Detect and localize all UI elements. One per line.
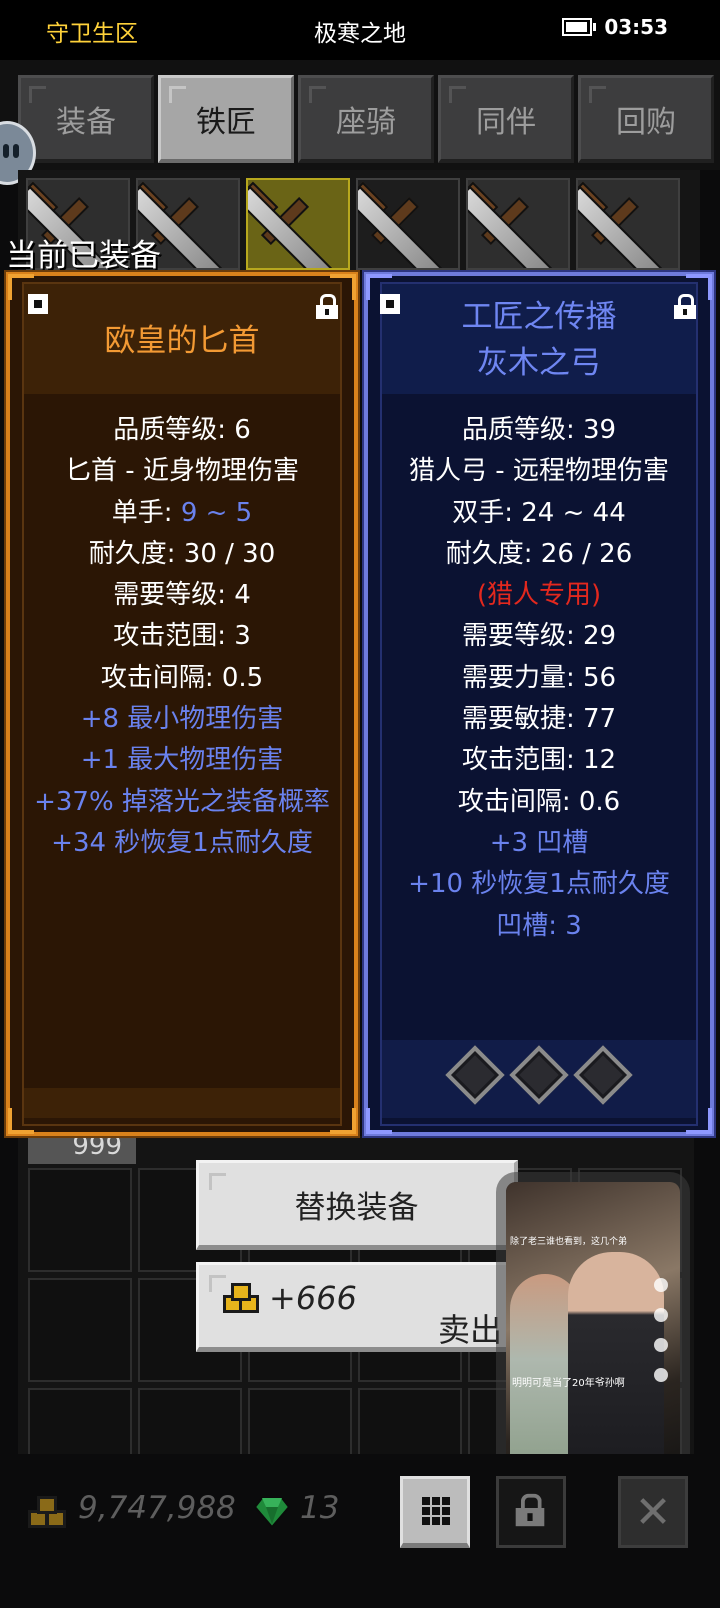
tab-1[interactable]: 铁匠 bbox=[158, 75, 294, 163]
inventory-cell[interactable] bbox=[28, 1278, 132, 1382]
item-name-line: 灰木之弓 bbox=[477, 345, 601, 381]
stat-line: +10 秒恢复1点耐久度 bbox=[408, 869, 670, 900]
clock: 03:53 bbox=[604, 15, 668, 39]
sell-price: +666 bbox=[269, 1279, 357, 1317]
item-stats: 品质等级: 6 匕首 - 近身物理伤害单手: 9 ~ 5 耐久度: 30 / 30 需… bbox=[10, 410, 354, 864]
item-stats: 品质等级: 39 猎人弓 - 远程物理伤害 双手: 24 ~ 44 耐久度: 26 /… bbox=[368, 410, 710, 947]
stat-line: 凹槽: 3 bbox=[496, 910, 582, 941]
sell-button[interactable]: +666 卖出 bbox=[196, 1262, 518, 1352]
stat-line: +34 秒恢复1点耐久度 bbox=[51, 827, 313, 858]
stat-line: 耐久度: 30 / 30 bbox=[88, 538, 276, 569]
stat-line: 攻击范围: 3 bbox=[113, 621, 251, 652]
tab-2[interactable]: 座骑 bbox=[298, 75, 434, 163]
equipped-item-card: 欧皇的匕首 品质等级: 6 匕首 - 近身物理伤害单手: 9 ~ 5 耐久度: 30… bbox=[4, 270, 360, 1138]
stat-line: 品质等级: 6 bbox=[113, 415, 251, 445]
empty-socket-icon bbox=[445, 1045, 505, 1105]
emerald-gem-icon bbox=[254, 1497, 290, 1528]
compare-item-card: 工匠之传播 灰木之弓 品质等级: 39 猎人弓 - 远程物理伤害 双手: 24 ~ … bbox=[362, 270, 716, 1138]
video-caption: 除了老三谁也看到，这几个弟 bbox=[510, 1237, 628, 1247]
tab-label: 同伴 bbox=[476, 104, 536, 140]
video-person bbox=[568, 1252, 664, 1462]
equipped-label: 当前已装备 bbox=[6, 238, 161, 274]
tab-label: 装备 bbox=[56, 104, 116, 140]
stat-line: +1 最大物理伤害 bbox=[80, 745, 284, 776]
stat-label: 单手: bbox=[111, 497, 181, 528]
lock-toggle-button[interactable] bbox=[496, 1476, 566, 1548]
stat-line: 单手: 9 ~ 5 bbox=[10, 493, 354, 534]
tab-3[interactable]: 同伴 bbox=[438, 75, 574, 163]
stat-line: 需要等级: 4 bbox=[113, 580, 251, 611]
stat-line: (猎人专用) bbox=[476, 580, 602, 611]
bottom-bar bbox=[0, 1454, 720, 1608]
tab-label: 座骑 bbox=[336, 104, 396, 140]
gold-amount: 9,747,988 bbox=[78, 1490, 236, 1526]
inventory-grid-button[interactable] bbox=[400, 1476, 470, 1548]
stat-line: 品质等级: 39 bbox=[461, 415, 617, 445]
battery-icon bbox=[562, 18, 596, 36]
stat-line: 攻击范围: 12 bbox=[461, 745, 617, 776]
lock-icon[interactable] bbox=[316, 294, 338, 319]
stat-line: +37% 掉落光之装备概率 bbox=[34, 786, 330, 817]
item-name-line: 工匠之传播 bbox=[461, 299, 617, 335]
stat-line: 需要敏捷: 77 bbox=[461, 704, 617, 735]
stat-line: 双手: 24 ~ 44 bbox=[452, 497, 626, 528]
stat-line: 猎人弓 - 远程物理伤害 bbox=[409, 456, 669, 487]
empty-socket-icon bbox=[509, 1045, 569, 1105]
stat-line: 需要等级: 29 bbox=[461, 621, 617, 652]
tab-label: 铁匠 bbox=[196, 104, 256, 140]
tab-0[interactable]: 装备 bbox=[18, 75, 154, 163]
gold-coins-icon bbox=[223, 1283, 259, 1313]
stat-line: 耐久度: 26 / 26 bbox=[445, 538, 633, 569]
weapon-slot[interactable] bbox=[356, 178, 460, 270]
empty-socket-icon bbox=[573, 1045, 633, 1105]
video-subtitle: 明明可是当了20年爷孙啊 bbox=[512, 1378, 625, 1389]
close-icon: ✕ bbox=[634, 1486, 672, 1538]
tab-4[interactable]: 回购 bbox=[578, 75, 714, 163]
close-button[interactable]: ✕ bbox=[618, 1476, 688, 1548]
sell-label: 卖出 bbox=[437, 1311, 502, 1349]
tab-label: 回购 bbox=[616, 104, 676, 140]
replace-equipment-button[interactable]: 替换装备 bbox=[196, 1160, 518, 1250]
pin-icon[interactable] bbox=[28, 294, 48, 314]
weapon-slot[interactable] bbox=[466, 178, 570, 270]
item-name: 欧皇的匕首 bbox=[10, 318, 354, 364]
stat-line: 攻击间隔: 0.6 bbox=[457, 786, 621, 817]
lock-icon bbox=[515, 1493, 545, 1527]
stat-line: 攻击间隔: 0.5 bbox=[100, 662, 264, 693]
weapon-slot[interactable] bbox=[246, 178, 350, 270]
stat-line: 匕首 - 近身物理伤害 bbox=[65, 456, 299, 487]
item-name-line: 欧皇的匕首 bbox=[104, 323, 260, 359]
grid-icon bbox=[422, 1497, 450, 1525]
stat-line: +8 最小物理伤害 bbox=[80, 704, 284, 735]
socket-row bbox=[368, 1045, 710, 1105]
video-side-icons bbox=[652, 1278, 672, 1398]
gold-coins-icon bbox=[26, 1494, 70, 1530]
stat-value: 9 ~ 5 bbox=[180, 497, 253, 528]
item-name: 工匠之传播 灰木之弓 bbox=[368, 294, 710, 386]
stat-line: 需要力量: 56 bbox=[461, 662, 617, 693]
gem-count: 13 bbox=[300, 1490, 340, 1526]
floating-video-window[interactable]: 除了老三谁也看到，这几个弟 明明可是当了20年爷孙啊 首页精选+消息我 bbox=[506, 1182, 680, 1490]
stat-line: +3 凹槽 bbox=[489, 827, 589, 858]
replace-label: 替换装备 bbox=[294, 1189, 419, 1226]
weapon-slot[interactable] bbox=[576, 178, 680, 270]
inventory-cell[interactable] bbox=[28, 1168, 132, 1272]
